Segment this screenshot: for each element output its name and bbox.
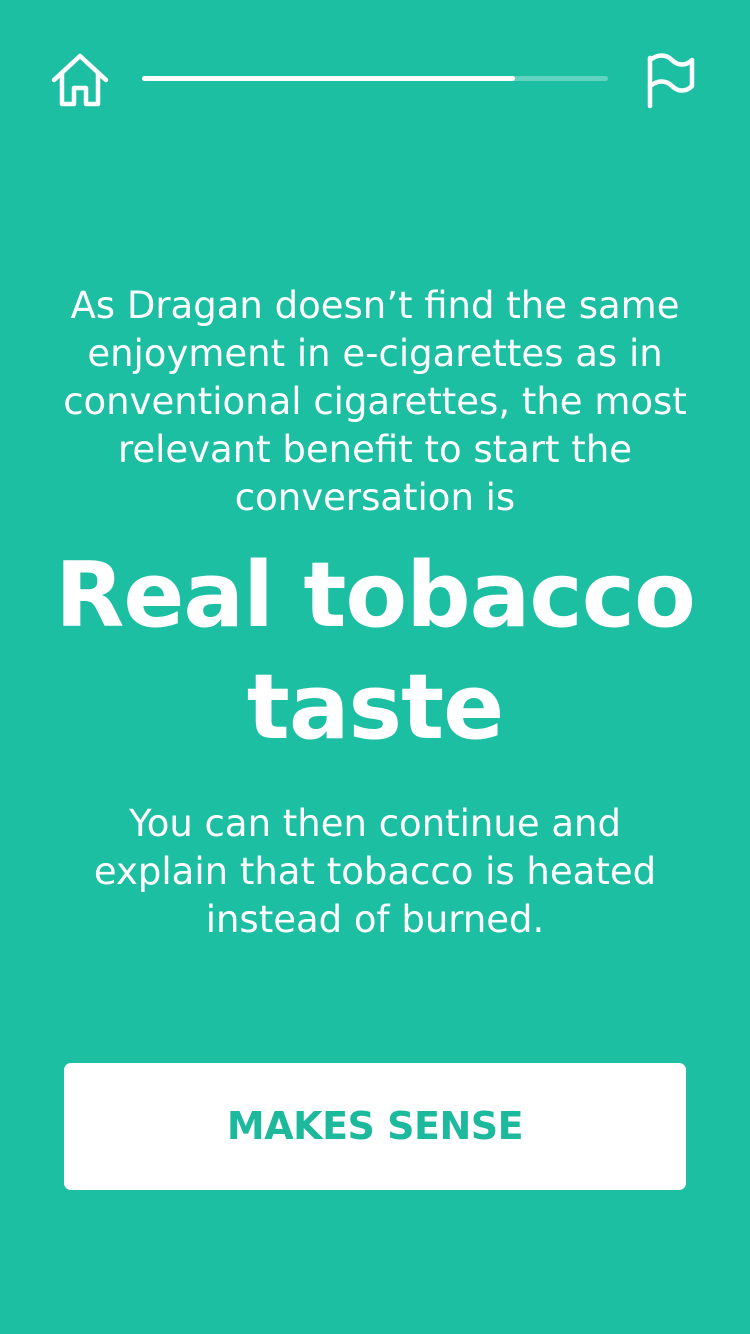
flag-icon [647, 53, 695, 109]
progress-bar-fill [142, 76, 515, 81]
top-navigation-bar [0, 0, 750, 160]
followup-text: You can then continue and explain that t… [93, 802, 657, 941]
progress-bar [142, 76, 608, 81]
flag-button[interactable] [640, 50, 700, 110]
home-icon [51, 53, 109, 107]
home-button[interactable] [48, 50, 112, 110]
benefit-headline: Real tobacco taste [55, 543, 696, 760]
intro-text: As Dragan doesn’t find the same enjoymen… [63, 284, 687, 519]
makes-sense-button[interactable]: MAKES SENSE [64, 1063, 686, 1190]
